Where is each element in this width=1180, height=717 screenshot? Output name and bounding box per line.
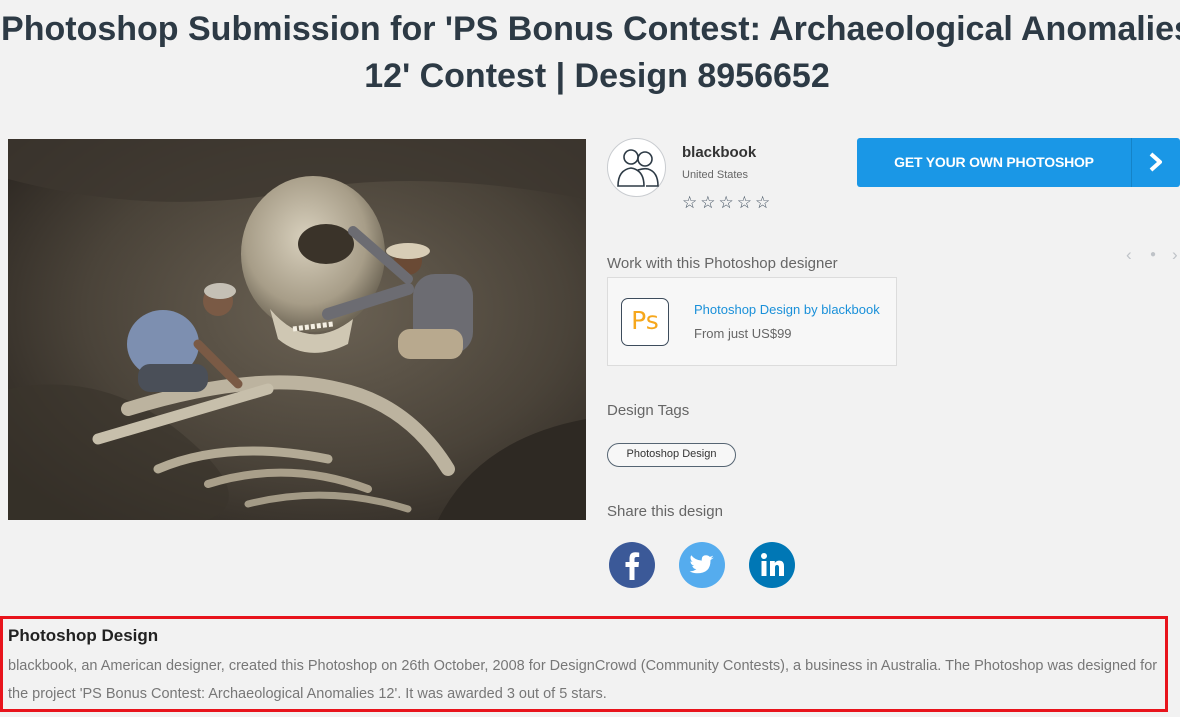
linkedin-icon xyxy=(749,542,795,588)
designer-avatar[interactable] xyxy=(607,138,666,197)
linkedin-share-button[interactable] xyxy=(749,542,795,588)
facebook-icon xyxy=(609,542,655,588)
facebook-share-button[interactable] xyxy=(609,542,655,588)
service-link[interactable]: Photoshop Design by blackbook xyxy=(694,302,880,317)
cta-label: GET YOUR OWN PHOTOSHOP xyxy=(894,154,1094,170)
carousel-prev-icon[interactable]: ‹ xyxy=(1126,245,1132,265)
page-title: Photoshop Submission for 'PS Bonus Conte… xyxy=(1,10,1180,95)
designer-name[interactable]: blackbook xyxy=(682,144,756,161)
get-your-own-photoshop-button[interactable]: GET YOUR OWN PHOTOSHOP xyxy=(857,138,1180,187)
rating-stars: ☆☆☆☆☆ xyxy=(682,193,774,212)
photoshop-icon: Ps xyxy=(621,298,669,346)
tag-photoshop-design[interactable]: Photoshop Design xyxy=(607,443,736,467)
twitter-icon xyxy=(679,542,725,588)
service-card[interactable]: Ps Photoshop Design by blackbook From ju… xyxy=(607,277,897,366)
cta-divider xyxy=(1131,138,1132,187)
design-description: Photoshop Design blackbook, an American … xyxy=(0,616,1168,712)
chevron-right-icon xyxy=(1149,152,1162,172)
work-with-heading: Work with this Photoshop designer xyxy=(607,255,838,272)
share-heading: Share this design xyxy=(607,503,723,520)
carousel-next-icon[interactable]: › xyxy=(1172,245,1178,265)
service-price: From just US$99 xyxy=(694,326,792,341)
users-icon xyxy=(617,149,659,187)
description-text: blackbook, an American designer, created… xyxy=(8,658,1158,702)
design-tags-heading: Design Tags xyxy=(607,402,690,419)
description-title: Photoshop Design xyxy=(8,626,159,645)
excavation-photo xyxy=(8,139,586,520)
twitter-share-button[interactable] xyxy=(679,542,725,588)
carousel-controls: ‹ ● › xyxy=(1126,245,1180,267)
carousel-dot-icon[interactable]: ● xyxy=(1150,245,1156,265)
design-image[interactable] xyxy=(8,139,586,520)
designer-country: United States xyxy=(682,169,749,181)
